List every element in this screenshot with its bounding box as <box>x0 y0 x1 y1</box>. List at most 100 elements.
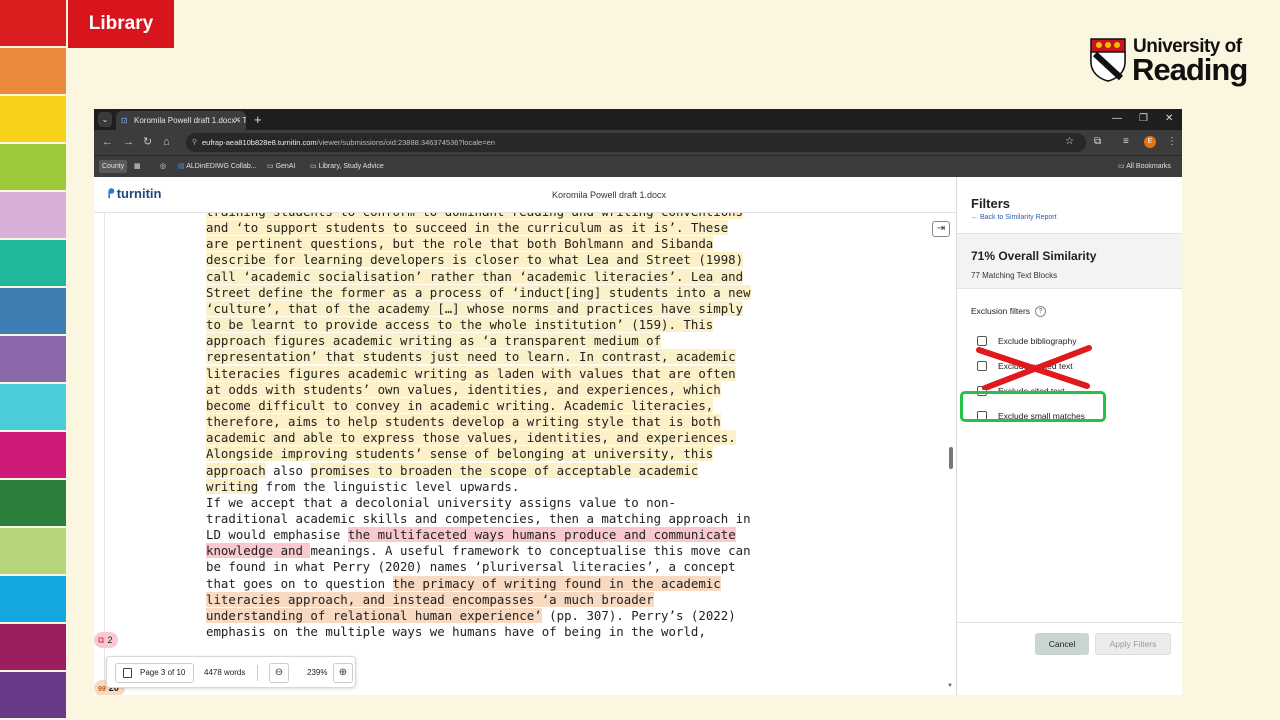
filters-title: Filters <box>971 196 1011 211</box>
color-strip-block <box>0 0 66 48</box>
media-icon[interactable]: ≡ <box>1123 135 1129 149</box>
all-bookmarks-label: All Bookmarks <box>1126 163 1171 170</box>
profile-avatar[interactable]: E <box>1144 136 1156 148</box>
copy-icon: ⧉ <box>98 635 105 645</box>
folder-icon: ▭ <box>310 163 317 170</box>
home-icon[interactable]: ⌂ <box>163 135 170 149</box>
browser-tab[interactable]: ⊡ Koromila Powell draft 1.docx - T ✕ <box>116 111 246 130</box>
overall-similarity: 71% Overall Similarity <box>971 249 1097 263</box>
color-strip-block <box>0 528 66 576</box>
color-strip-block <box>0 336 66 384</box>
highlight-box-annotation <box>960 391 1106 422</box>
address-bar: ← → ↻ ⌂ ⚲ eufrap-aea810b828e8.turnitin.c… <box>94 130 1182 155</box>
back-arrow-icon[interactable]: ← <box>102 135 113 149</box>
cancel-button[interactable]: Cancel <box>1035 633 1089 655</box>
quote-icon: 99 <box>98 686 106 693</box>
tab-title: Koromila Powell draft 1.docx - T <box>134 116 246 125</box>
color-strip-block <box>0 288 66 336</box>
collapse-panel-button[interactable]: ⇥ <box>932 221 950 237</box>
university-line2: Reading <box>1132 52 1248 87</box>
apply-filters-button[interactable]: Apply Filters <box>1095 633 1171 655</box>
site-info-icon[interactable]: ⚲ <box>192 133 197 152</box>
match-badge[interactable]: ⧉ 2 <box>94 632 119 648</box>
turnitin-logo: ᖰ turnitin <box>108 186 163 202</box>
apps-grid-icon[interactable]: ▦ <box>134 160 141 173</box>
folder-icon: ▭ <box>1118 163 1125 170</box>
browser-menu-icon[interactable]: ⋮ <box>1167 135 1177 149</box>
zoom-out-button[interactable]: ⊖ <box>269 663 289 683</box>
scroll-down-arrow-icon[interactable]: ▼ <box>947 683 953 689</box>
color-strip-block <box>0 48 66 96</box>
document-border <box>104 213 105 695</box>
color-strip-block <box>0 576 66 624</box>
bookmark-aldin[interactable]: ▤ ALDinEDIWG Collab... <box>178 160 257 173</box>
url-host: eufrap-aea810b828e8.turnitin.com <box>202 138 317 147</box>
extensions-icon[interactable]: ⧉ <box>1094 135 1101 149</box>
color-strip-block <box>0 240 66 288</box>
minimize-icon[interactable]: — <box>1112 112 1122 126</box>
library-label: Library <box>68 0 174 48</box>
forward-arrow-icon[interactable]: → <box>123 135 134 149</box>
turnitin-mark-icon: ᖰ <box>108 186 115 201</box>
help-icon[interactable]: ? <box>1035 306 1047 318</box>
document-viewer: training students to conform to dominant… <box>94 213 956 695</box>
turnitin-favicon-icon: ⊡ <box>121 116 128 125</box>
zoom-in-button[interactable]: ⊕ <box>333 663 353 683</box>
url-input[interactable]: ⚲ eufrap-aea810b828e8.turnitin.com/viewe… <box>186 133 1086 152</box>
exclusion-filters-heading: Exclusion filters? <box>971 306 1047 318</box>
toolbar-divider <box>257 665 258 681</box>
back-link-label: Back to Similarity Report <box>979 214 1057 221</box>
red-cross-annotation-icon <box>976 345 1092 390</box>
bookmark-county[interactable]: County <box>99 160 128 173</box>
window-close-icon[interactable]: ✕ <box>1165 112 1173 126</box>
zoom-level: 239% <box>307 668 328 677</box>
new-tab-button[interactable]: + <box>254 111 262 128</box>
bookmark-library-label: Library, Study Advice <box>318 163 384 170</box>
filters-panel: Filters ← Back to Similarity Report 71% … <box>956 177 1182 695</box>
scrollbar-thumb[interactable] <box>949 447 953 469</box>
panel-divider <box>957 622 1182 623</box>
page-indicator-label: Page 3 of 10 <box>140 668 186 677</box>
page-indicator[interactable]: Page 3 of 10 <box>115 663 195 683</box>
bookmark-genai-label: GenAI <box>275 163 296 170</box>
similarity-summary: 71% Overall Similarity 77 Matching Text … <box>957 233 1182 289</box>
university-logo: University of Reading <box>1090 36 1250 90</box>
turnitin-logo-text: turnitin <box>116 186 162 201</box>
color-strip-block <box>0 432 66 480</box>
color-strip-block <box>0 96 66 144</box>
color-strip-block <box>0 672 66 720</box>
folder-icon: ▭ <box>267 163 274 170</box>
bookmark-aldin-label: ALDinEDIWG Collab... <box>186 163 257 170</box>
exclusion-heading-label: Exclusion filters <box>971 306 1031 316</box>
match-badge-count: 2 <box>107 635 113 645</box>
tab-search-button[interactable]: ⌄ <box>98 112 112 127</box>
back-arrow-icon: ← <box>971 214 978 221</box>
color-strip-block <box>0 384 66 432</box>
tab-close-icon[interactable]: ✕ <box>233 111 241 130</box>
university-shield-icon <box>1090 38 1126 82</box>
bookmark-genai[interactable]: ▭ GenAI <box>267 160 295 173</box>
color-strip-block <box>0 624 66 672</box>
page-icon <box>123 668 132 678</box>
color-strip-block <box>0 480 66 528</box>
matching-blocks: 77 Matching Text Blocks <box>971 271 1058 280</box>
url-path: /viewer/submissions/oid:23888:346374536?… <box>316 138 495 147</box>
tab-bar: ⌄ ⊡ Koromila Powell draft 1.docx - T ✕ +… <box>94 109 1182 130</box>
color-strip <box>0 0 66 720</box>
reload-icon[interactable]: ↻ <box>143 135 152 149</box>
bookmark-star-icon[interactable]: ☆ <box>1065 135 1074 149</box>
docs-icon: ▤ <box>178 163 185 170</box>
color-strip-block <box>0 192 66 240</box>
bookmarks-bar: County ▦ ◎ ▤ ALDinEDIWG Collab... ▭ GenA… <box>94 155 1182 177</box>
all-bookmarks[interactable]: ▭ All Bookmarks <box>1118 160 1171 173</box>
color-strip-block <box>0 144 66 192</box>
back-to-report-link[interactable]: ← Back to Similarity Report <box>971 214 1057 221</box>
turnitin-header: ᖰ turnitin Koromila Powell draft 1.docx <box>94 177 956 213</box>
document-title: Koromila Powell draft 1.docx <box>552 190 667 200</box>
document-text: training students to conform to dominant… <box>206 213 846 640</box>
word-count: 4478 words <box>204 668 246 677</box>
restore-icon[interactable]: ❐ <box>1139 112 1148 126</box>
bookmark-library[interactable]: ▭ Library, Study Advice <box>310 160 384 173</box>
page-toolbar: Page 3 of 10 4478 words ⊖ 239% ⊕ <box>106 656 356 688</box>
globe-icon[interactable]: ◎ <box>160 160 166 173</box>
